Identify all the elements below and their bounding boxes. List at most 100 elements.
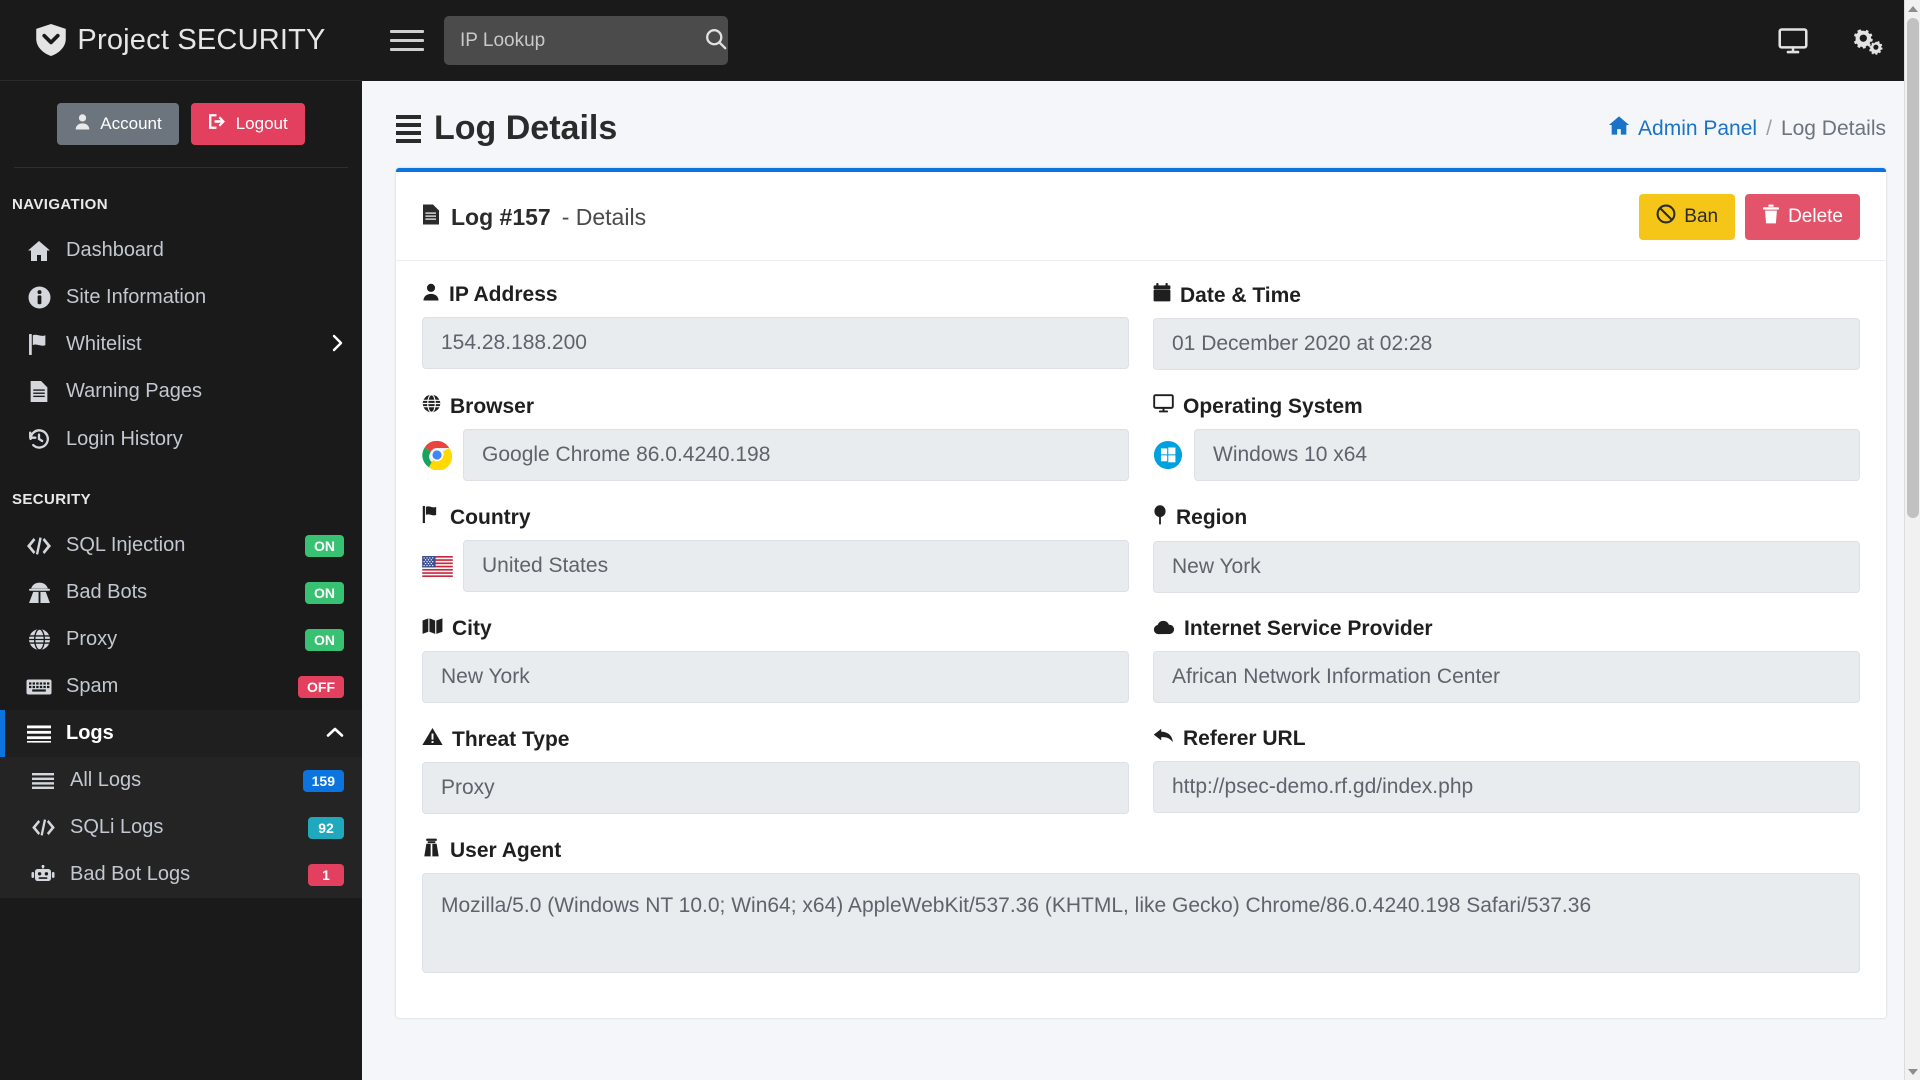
cloud-icon bbox=[1153, 617, 1175, 641]
sidebar-item-label: Bad Bot Logs bbox=[70, 863, 191, 885]
field-row: IP Address 154.28.188.200 Date & Time 01… bbox=[422, 283, 1860, 370]
sidebar-item-login-history[interactable]: Login History bbox=[0, 415, 362, 463]
scrollbar-thumb[interactable] bbox=[1907, 18, 1919, 518]
field-label-text: Referer URL bbox=[1183, 727, 1306, 750]
field-country: Country bbox=[422, 505, 1129, 593]
field-label: Region bbox=[1153, 505, 1860, 531]
field-label: Date & Time bbox=[1153, 283, 1860, 308]
bars-icon bbox=[396, 114, 421, 143]
sidebar-item-label: All Logs bbox=[70, 769, 142, 791]
status-badge: ON bbox=[305, 628, 344, 651]
card-title: Log #157 - Details bbox=[422, 203, 646, 232]
user-icon bbox=[422, 283, 440, 307]
count-badge: 1 bbox=[308, 863, 344, 886]
region-input[interactable] bbox=[1153, 541, 1860, 593]
country-input[interactable] bbox=[463, 540, 1129, 592]
field-input-line bbox=[422, 651, 1129, 703]
sidebar-item-all-logs[interactable]: All Logs 159 bbox=[0, 757, 362, 804]
us-flag-icon bbox=[422, 540, 463, 592]
sidebar-item-label: Warning Pages bbox=[66, 380, 202, 402]
keyboard-icon bbox=[26, 678, 52, 696]
robot-icon bbox=[30, 864, 56, 885]
sidebar-item-sql-injection[interactable]: SQL Injection ON bbox=[0, 522, 362, 569]
field-label-text: Operating System bbox=[1183, 394, 1363, 418]
sidebar-item-whitelist[interactable]: Whitelist bbox=[0, 321, 362, 368]
ip-address-input[interactable] bbox=[422, 317, 1129, 369]
sidebar-item-sqli-logs[interactable]: SQLi Logs 92 bbox=[0, 804, 362, 851]
code-icon bbox=[26, 536, 52, 555]
field-isp: Internet Service Provider bbox=[1153, 617, 1860, 703]
brand-title: Project SECURITY bbox=[77, 23, 326, 56]
user-agent-textarea[interactable]: Mozilla/5.0 (Windows NT 10.0; Win64; x64… bbox=[422, 873, 1860, 973]
flag-icon bbox=[422, 505, 441, 530]
sidebar-item-dashboard[interactable]: Dashboard bbox=[0, 227, 362, 274]
account-button[interactable]: Account bbox=[57, 103, 179, 145]
hamburger-icon[interactable] bbox=[390, 27, 424, 55]
breadcrumb-admin-panel[interactable]: Admin Panel bbox=[1608, 115, 1757, 142]
bars-icon bbox=[30, 772, 56, 789]
desktop-icon[interactable] bbox=[1778, 27, 1808, 55]
flag-icon bbox=[26, 333, 52, 356]
status-badge: OFF bbox=[298, 675, 344, 698]
field-input-line bbox=[422, 540, 1129, 592]
field-threat-type: Threat Type bbox=[422, 727, 1129, 814]
field-row: User Agent Mozilla/5.0 (Windows NT 10.0;… bbox=[422, 838, 1860, 978]
sidebar-item-spam[interactable]: Spam OFF bbox=[0, 663, 362, 710]
sidebar-item-label: Login History bbox=[66, 427, 183, 450]
count-badge: 92 bbox=[308, 816, 344, 839]
info-circle-icon bbox=[26, 286, 52, 309]
globe-icon bbox=[26, 628, 52, 651]
windows-logo-icon bbox=[1153, 429, 1194, 481]
trash-icon bbox=[1762, 204, 1780, 230]
globe-icon bbox=[422, 394, 441, 419]
field-ip-address: IP Address bbox=[422, 283, 1129, 370]
field-label-text: City bbox=[452, 617, 492, 640]
file-lines-icon bbox=[26, 380, 52, 403]
field-referer-url: Referer URL bbox=[1153, 727, 1860, 814]
field-label: Referer URL bbox=[1153, 727, 1860, 751]
ban-button[interactable]: Ban bbox=[1639, 194, 1736, 240]
field-input-line bbox=[1153, 429, 1860, 481]
sidebar-item-logs[interactable]: Logs bbox=[0, 710, 362, 757]
search-button[interactable] bbox=[705, 28, 727, 53]
field-input-line bbox=[422, 429, 1129, 481]
chrome-logo-icon bbox=[422, 429, 463, 481]
field-label: Operating System bbox=[1153, 394, 1860, 419]
home-icon bbox=[1608, 115, 1630, 142]
field-label: User Agent bbox=[422, 838, 1860, 863]
page-scrollbar[interactable] bbox=[1904, 0, 1920, 1080]
sidebar-item-label: Logs bbox=[66, 722, 114, 744]
nav-section-header-navigation: NAVIGATION bbox=[12, 196, 108, 213]
referer-url-input[interactable] bbox=[1153, 761, 1860, 813]
desktop-icon bbox=[1153, 394, 1174, 419]
code-icon bbox=[30, 819, 56, 836]
operating-system-input[interactable] bbox=[1194, 429, 1860, 481]
threat-type-input[interactable] bbox=[422, 762, 1129, 814]
sidebar-item-label: SQL Injection bbox=[66, 534, 186, 556]
scroll-up-arrow-icon[interactable] bbox=[1905, 0, 1920, 17]
sidebar-item-warning-pages[interactable]: Warning Pages bbox=[0, 368, 362, 415]
browser-input[interactable] bbox=[463, 429, 1129, 481]
field-region: Region bbox=[1153, 505, 1860, 593]
main-area: Log Details Admin Panel / Log Details bbox=[362, 0, 1920, 1080]
city-input[interactable] bbox=[422, 651, 1129, 703]
logout-button[interactable]: Logout bbox=[190, 103, 305, 145]
breadcrumb-separator: / bbox=[1766, 116, 1772, 140]
gears-icon[interactable] bbox=[1852, 26, 1884, 56]
date-time-input[interactable] bbox=[1153, 318, 1860, 370]
scroll-down-arrow-icon[interactable] bbox=[1905, 1063, 1920, 1080]
sidebar-item-label: Spam bbox=[66, 675, 119, 697]
app-root: Project SECURITY Account Logout NAVIGATI… bbox=[0, 0, 1920, 1080]
search-input[interactable] bbox=[460, 29, 705, 52]
field-input-line bbox=[1153, 761, 1860, 813]
warning-triangle-icon bbox=[422, 727, 443, 752]
sidebar-item-proxy[interactable]: Proxy ON bbox=[0, 616, 362, 663]
brand-logo[interactable]: Project SECURITY bbox=[0, 0, 362, 81]
delete-button[interactable]: Delete bbox=[1745, 194, 1860, 240]
sidebar-item-site-information[interactable]: Site Information bbox=[0, 274, 362, 321]
nav-section-header-security: SECURITY bbox=[12, 491, 92, 508]
isp-input[interactable] bbox=[1153, 651, 1860, 703]
search-box[interactable] bbox=[444, 16, 728, 65]
sidebar-item-bad-bots[interactable]: Bad Bots ON bbox=[0, 569, 362, 616]
sidebar-item-bad-bot-logs[interactable]: Bad Bot Logs 1 bbox=[0, 851, 362, 898]
